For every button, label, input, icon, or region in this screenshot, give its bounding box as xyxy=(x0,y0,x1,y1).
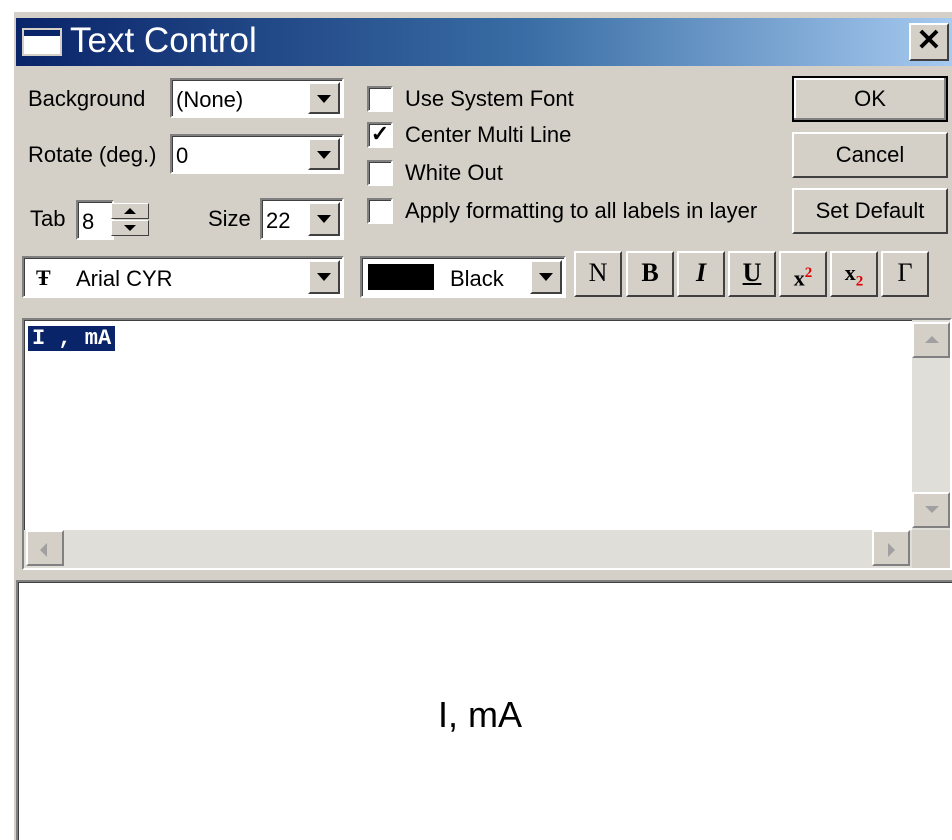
chevron-down-icon[interactable] xyxy=(308,260,340,294)
color-dropdown[interactable]: Black xyxy=(360,256,566,298)
set-default-button[interactable]: Set Default xyxy=(792,188,948,234)
chevron-down-icon[interactable] xyxy=(308,202,340,236)
editor-selected-text[interactable]: I , mA xyxy=(28,326,116,351)
underline-button[interactable]: U xyxy=(728,251,776,297)
rotate-label: Rotate (deg.) xyxy=(28,142,157,167)
scroll-down-icon[interactable] xyxy=(912,492,950,528)
tab-value: 8 xyxy=(82,209,95,234)
ok-button[interactable]: OK xyxy=(792,76,948,122)
spin-down-icon[interactable] xyxy=(111,220,149,236)
color-swatch xyxy=(368,264,434,290)
white-out-label[interactable]: White Out xyxy=(405,160,503,186)
subscript-button[interactable]: x2 xyxy=(830,251,878,297)
chevron-down-icon[interactable] xyxy=(308,82,340,114)
use-system-font-checkbox[interactable] xyxy=(367,86,393,112)
rotate-value: 0 xyxy=(176,143,189,168)
italic-button[interactable]: I xyxy=(677,251,725,297)
preview-area: I, mA xyxy=(16,580,952,840)
subscript-exponent: 2 xyxy=(855,273,864,290)
subscript-base: x xyxy=(844,260,856,285)
superscript-base: x xyxy=(793,265,805,291)
normal-button[interactable]: N xyxy=(574,251,622,297)
scroll-up-icon[interactable] xyxy=(912,322,950,358)
size-dropdown[interactable]: 22 xyxy=(260,198,344,240)
tab-label: Tab xyxy=(30,206,66,231)
vertical-scrollbar[interactable] xyxy=(912,320,950,532)
preview-text: I, mA xyxy=(438,694,523,735)
scroll-right-icon[interactable] xyxy=(872,530,910,566)
size-value: 22 xyxy=(266,208,291,233)
rotate-dropdown[interactable]: 0 xyxy=(170,134,344,174)
cancel-button[interactable]: Cancel xyxy=(792,132,948,178)
title-bar: Text Control xyxy=(16,18,952,66)
bold-button[interactable]: B xyxy=(626,251,674,297)
center-multi-line-label[interactable]: Center Multi Line xyxy=(405,122,571,148)
close-button[interactable]: ✕ xyxy=(909,23,949,61)
chevron-down-icon[interactable] xyxy=(530,260,562,294)
font-value: Arial CYR xyxy=(76,266,173,291)
window-icon xyxy=(22,28,62,56)
superscript-button[interactable]: x2 xyxy=(779,251,827,297)
check-mark-icon: ✓ xyxy=(370,121,390,146)
apply-formatting-checkbox[interactable] xyxy=(367,198,393,224)
text-editor[interactable]: I , mA xyxy=(22,318,952,570)
tab-input[interactable]: 8 xyxy=(76,200,114,240)
scrollbar-corner xyxy=(912,530,950,568)
color-value: Black xyxy=(450,266,504,291)
truetype-font-icon: Ŧ xyxy=(36,265,51,290)
scroll-left-icon[interactable] xyxy=(26,530,64,566)
window-title: Text Control xyxy=(70,21,257,60)
center-multi-line-checkbox[interactable]: ✓ xyxy=(367,122,393,148)
apply-formatting-label[interactable]: Apply formatting to all labels in layer xyxy=(405,198,757,224)
horizontal-scrollbar[interactable] xyxy=(24,530,912,568)
background-dropdown[interactable]: (None) xyxy=(170,78,344,118)
spin-up-icon[interactable] xyxy=(111,203,149,219)
background-value: (None) xyxy=(176,87,244,112)
close-icon: ✕ xyxy=(916,24,942,57)
size-label: Size xyxy=(208,206,251,231)
greek-button[interactable]: Γ xyxy=(881,251,929,297)
superscript-exponent: 2 xyxy=(804,265,813,281)
use-system-font-label[interactable]: Use System Font xyxy=(405,86,574,112)
font-dropdown[interactable]: Ŧ Arial CYR xyxy=(22,256,344,298)
chevron-down-icon[interactable] xyxy=(308,138,340,170)
white-out-checkbox[interactable] xyxy=(367,160,393,186)
background-label: Background xyxy=(28,86,146,111)
tab-spinner[interactable] xyxy=(111,203,149,237)
